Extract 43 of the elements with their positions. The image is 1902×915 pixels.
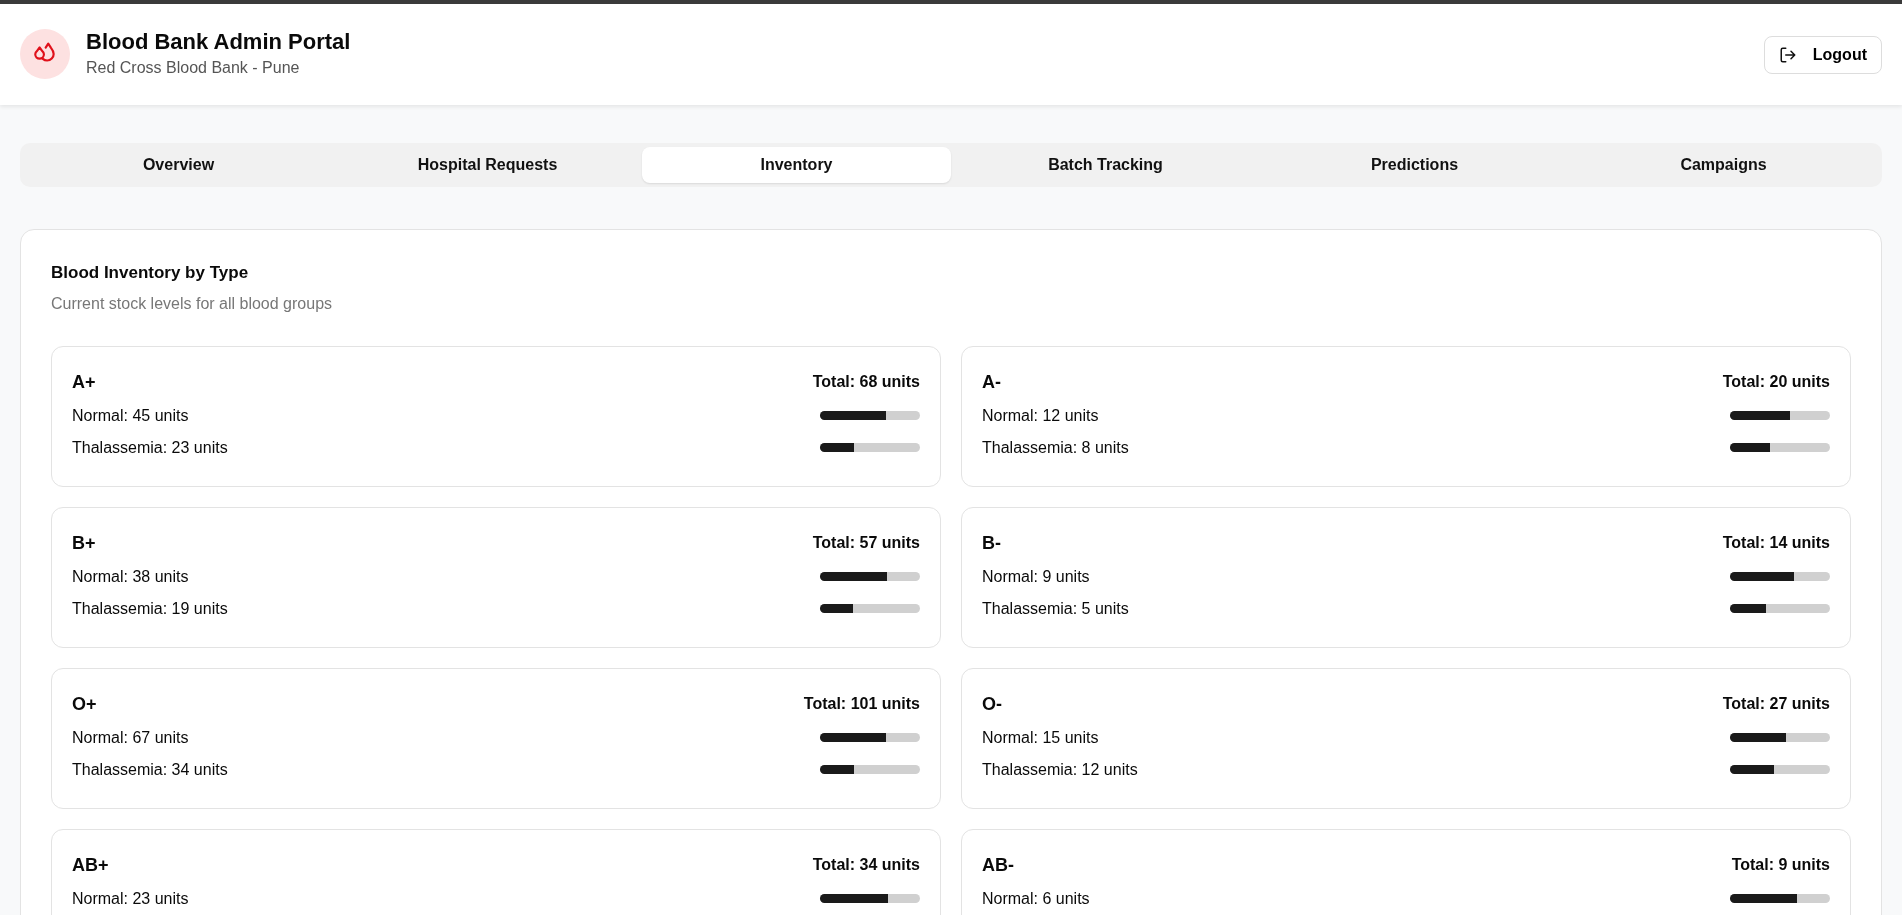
tab[interactable]: Hospital Requests bbox=[333, 147, 642, 183]
stock-label: Normal: 45 units bbox=[72, 405, 189, 426]
total-units: Total: 101 units bbox=[803, 694, 920, 714]
stock-label: Normal: 15 units bbox=[982, 727, 1099, 748]
tab[interactable]: Inventory bbox=[642, 147, 951, 183]
section-title: Blood Inventory by Type bbox=[51, 262, 250, 284]
logout-button[interactable]: Logout bbox=[1763, 35, 1882, 74]
stock-label: Thalassemia: 5 units bbox=[982, 598, 1129, 619]
stock-label: Thalassemia: 12 units bbox=[982, 759, 1138, 780]
tab[interactable]: Campaigns bbox=[1569, 147, 1878, 183]
stock-label: Normal: 67 units bbox=[72, 727, 189, 748]
blood-type: AB+ bbox=[72, 853, 109, 877]
total-units: Total: 14 units bbox=[1722, 533, 1830, 553]
portal-subtitle: Red Cross Blood Bank - Pune bbox=[86, 57, 301, 78]
stock-label: Normal: 23 units bbox=[72, 888, 189, 909]
stock-label: Normal: 6 units bbox=[982, 888, 1090, 909]
blood-type: B+ bbox=[72, 531, 96, 555]
tab[interactable]: Batch Tracking bbox=[951, 147, 1260, 183]
total-units: Total: 27 units bbox=[1722, 694, 1830, 714]
total-units: Total: 57 units bbox=[812, 533, 920, 553]
stock-label: Normal: 38 units bbox=[72, 566, 189, 587]
portal-title: Blood Bank Admin Portal bbox=[86, 29, 351, 56]
blood-type: AB- bbox=[982, 853, 1014, 877]
blood-type: O+ bbox=[72, 692, 97, 716]
total-units: Total: 34 units bbox=[812, 855, 920, 875]
blood-type: A+ bbox=[72, 370, 96, 394]
tab[interactable]: Overview bbox=[24, 147, 333, 183]
blood-type: B- bbox=[982, 531, 1001, 555]
stock-label: Thalassemia: 8 units bbox=[982, 437, 1129, 458]
tab[interactable]: Predictions bbox=[1260, 147, 1569, 183]
blood-type: O- bbox=[982, 692, 1002, 716]
stock-label: Normal: 9 units bbox=[982, 566, 1090, 587]
section-subtitle: Current stock levels for all blood groups bbox=[51, 293, 334, 314]
blood-type: A- bbox=[982, 370, 1001, 394]
stock-label: Normal: 12 units bbox=[982, 405, 1099, 426]
droplets-icon bbox=[20, 29, 70, 80]
stock-label: Thalassemia: 23 units bbox=[72, 437, 228, 458]
stock-label: Thalassemia: 19 units bbox=[72, 598, 228, 619]
total-units: Total: 68 units bbox=[812, 372, 920, 392]
stock-label: Thalassemia: 34 units bbox=[72, 759, 228, 780]
logout-icon bbox=[1778, 45, 1797, 64]
total-units: Total: 9 units bbox=[1731, 855, 1830, 875]
total-units: Total: 20 units bbox=[1722, 372, 1830, 392]
